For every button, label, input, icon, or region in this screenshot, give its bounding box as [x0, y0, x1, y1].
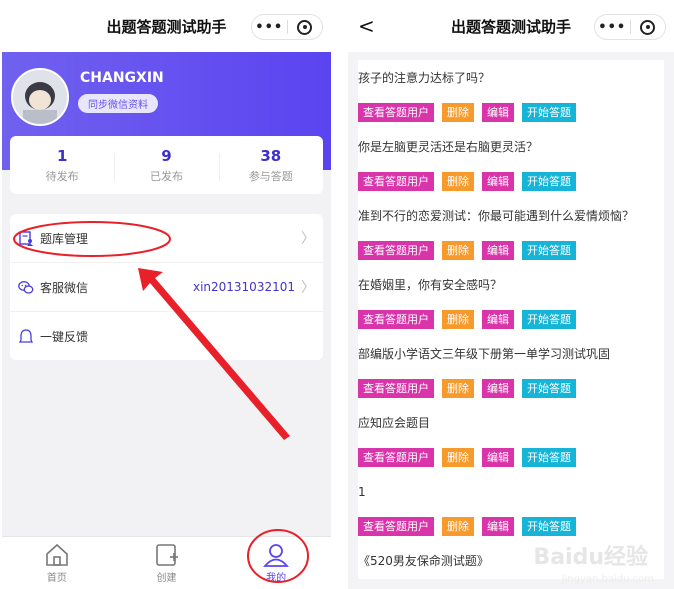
feedback-icon — [18, 328, 34, 344]
quiz-actions: 查看答题用户 删除 编辑 开始答题 — [358, 234, 664, 267]
start-quiz-button[interactable]: 开始答题 — [522, 103, 576, 122]
tab-label: 创建 — [156, 572, 177, 584]
nav-bar: 出题答题测试助手 ••• — [2, 0, 331, 52]
chevron-right-icon: 〉 — [301, 280, 315, 296]
username: CHANGXIN — [80, 70, 164, 86]
profile-screen: 出题答题测试助手 ••• CHANGXIN 同步微信资料 1 待发布 9 已发布 — [2, 0, 331, 589]
edit-button[interactable]: 编辑 — [482, 310, 514, 329]
start-quiz-button[interactable]: 开始答题 — [522, 310, 576, 329]
menu-label: 客服微信 — [40, 280, 89, 295]
stat-value: 1 — [56, 146, 68, 165]
edit-button[interactable]: 编辑 — [482, 517, 514, 536]
delete-button[interactable]: 删除 — [442, 448, 474, 467]
stat-published[interactable]: 9 已发布 — [114, 147, 218, 184]
quiz-title[interactable]: 准到不行的恋爱测试：你最可能遇到什么爱情烦恼？ — [358, 198, 664, 234]
start-quiz-button[interactable]: 开始答题 — [522, 241, 576, 260]
delete-button[interactable]: 删除 — [442, 241, 474, 260]
menu-item-feedback[interactable]: 一键反馈 — [10, 311, 323, 360]
quiz-title[interactable]: 1 — [358, 474, 664, 510]
quiz-actions: 查看答题用户 删除 编辑 开始答题 — [358, 96, 664, 129]
view-answer-users-button[interactable]: 查看答题用户 — [358, 310, 434, 329]
chevron-right-icon: 〉 — [301, 231, 315, 247]
quiz-actions: 查看答题用户 删除 编辑 开始答题 — [358, 303, 664, 336]
more-icon[interactable]: ••• — [252, 20, 287, 35]
quiz-list: 孩子的注意力达标了吗？ 查看答题用户 删除 编辑 开始答题 你是左脑更灵活还是右… — [358, 60, 664, 579]
start-quiz-button[interactable]: 开始答题 — [522, 172, 576, 191]
page-title: 出题答题测试助手 — [106, 17, 227, 36]
stat-pending[interactable]: 1 待发布 — [10, 147, 114, 184]
tab-bar: 首页 创建 我的 — [2, 536, 331, 589]
more-icon[interactable]: ••• — [595, 20, 630, 35]
delete-button[interactable]: 删除 — [442, 379, 474, 398]
quiz-title[interactable]: 在婚姻里，你有安全感吗？ — [358, 267, 664, 303]
home-icon — [46, 543, 68, 566]
quiz-actions: 查看答题用户 删除 编辑 开始答题 — [358, 165, 664, 198]
delete-button[interactable]: 删除 — [442, 103, 474, 122]
mini-program-capsule: ••• — [251, 14, 323, 40]
create-icon — [155, 543, 178, 566]
view-answer-users-button[interactable]: 查看答题用户 — [358, 241, 434, 260]
start-quiz-button[interactable]: 开始答题 — [522, 517, 576, 536]
mini-program-capsule: ••• — [594, 14, 666, 40]
nav-bar: < 出题答题测试助手 ••• — [348, 0, 674, 52]
tab-label: 我的 — [266, 572, 287, 584]
back-arrow-icon[interactable]: < — [358, 14, 375, 38]
quiz-list-screen: < 出题答题测试助手 ••• 孩子的注意力达标了吗？ 查看答题用户 删除 编辑 … — [348, 0, 674, 589]
sync-profile-button[interactable]: 同步微信资料 — [78, 94, 158, 113]
stats-card: 1 待发布 9 已发布 38 参与答题 — [10, 136, 323, 194]
edit-button[interactable]: 编辑 — [482, 379, 514, 398]
stat-value: 9 — [161, 146, 172, 165]
page-title: 出题答题测试助手 — [450, 17, 571, 36]
wechat-icon — [18, 279, 34, 295]
stat-label: 参与答题 — [248, 169, 293, 183]
tab-home[interactable]: 首页 — [2, 537, 112, 589]
delete-button[interactable]: 删除 — [442, 310, 474, 329]
stat-answered[interactable]: 38 参与答题 — [218, 146, 323, 184]
tab-create[interactable]: 创建 — [112, 537, 222, 589]
edit-button[interactable]: 编辑 — [482, 172, 514, 191]
delete-button[interactable]: 删除 — [442, 517, 474, 536]
wechat-id: xin20131032101 — [192, 280, 295, 294]
quiz-actions: 查看答题用户 删除 编辑 开始答题 — [358, 372, 664, 405]
edit-button[interactable]: 编辑 — [482, 241, 514, 260]
quiz-title[interactable]: 你是左脑更灵活还是右脑更灵活？ — [358, 129, 664, 165]
menu-item-wechat-service[interactable]: 客服微信 xin20131032101 〉 — [10, 262, 323, 311]
quiz-title[interactable]: 孩子的注意力达标了吗？ — [358, 60, 664, 96]
menu-label: 题库管理 — [40, 231, 89, 246]
stat-label: 已发布 — [149, 169, 183, 183]
view-answer-users-button[interactable]: 查看答题用户 — [358, 172, 434, 191]
quiz-title[interactable]: 部编版小学语文三年级下册第一单学习测试巩固 — [358, 336, 664, 372]
quiz-title[interactable]: 应知应会题目 — [358, 405, 664, 441]
watermark-url: jingyan.baidu.com — [561, 574, 654, 585]
view-answer-users-button[interactable]: 查看答题用户 — [358, 448, 434, 467]
tab-label: 首页 — [46, 572, 67, 584]
question-bank-icon — [18, 230, 34, 246]
menu-item-question-bank[interactable]: 题库管理 〉 — [10, 214, 323, 262]
edit-button[interactable]: 编辑 — [482, 448, 514, 467]
watermark-logo: Baidu经验 — [533, 545, 648, 570]
view-answer-users-button[interactable]: 查看答题用户 — [358, 103, 434, 122]
menu-label: 一键反馈 — [40, 329, 89, 344]
avatar[interactable] — [11, 68, 69, 126]
tab-profile[interactable]: 我的 — [221, 537, 331, 589]
start-quiz-button[interactable]: 开始答题 — [522, 448, 576, 467]
quiz-actions: 查看答题用户 删除 编辑 开始答题 — [358, 441, 664, 474]
view-answer-users-button[interactable]: 查看答题用户 — [358, 517, 434, 536]
view-answer-users-button[interactable]: 查看答题用户 — [358, 379, 434, 398]
profile-icon — [263, 543, 290, 567]
start-quiz-button[interactable]: 开始答题 — [522, 379, 576, 398]
settings-menu: 题库管理 〉 客服微信 xin20131032101 〉 一键反馈 — [10, 214, 323, 360]
close-icon[interactable] — [288, 19, 323, 35]
delete-button[interactable]: 删除 — [442, 172, 474, 191]
stat-value: 38 — [260, 146, 282, 165]
stat-label: 待发布 — [45, 169, 79, 183]
edit-button[interactable]: 编辑 — [482, 103, 514, 122]
close-icon[interactable] — [631, 19, 666, 35]
